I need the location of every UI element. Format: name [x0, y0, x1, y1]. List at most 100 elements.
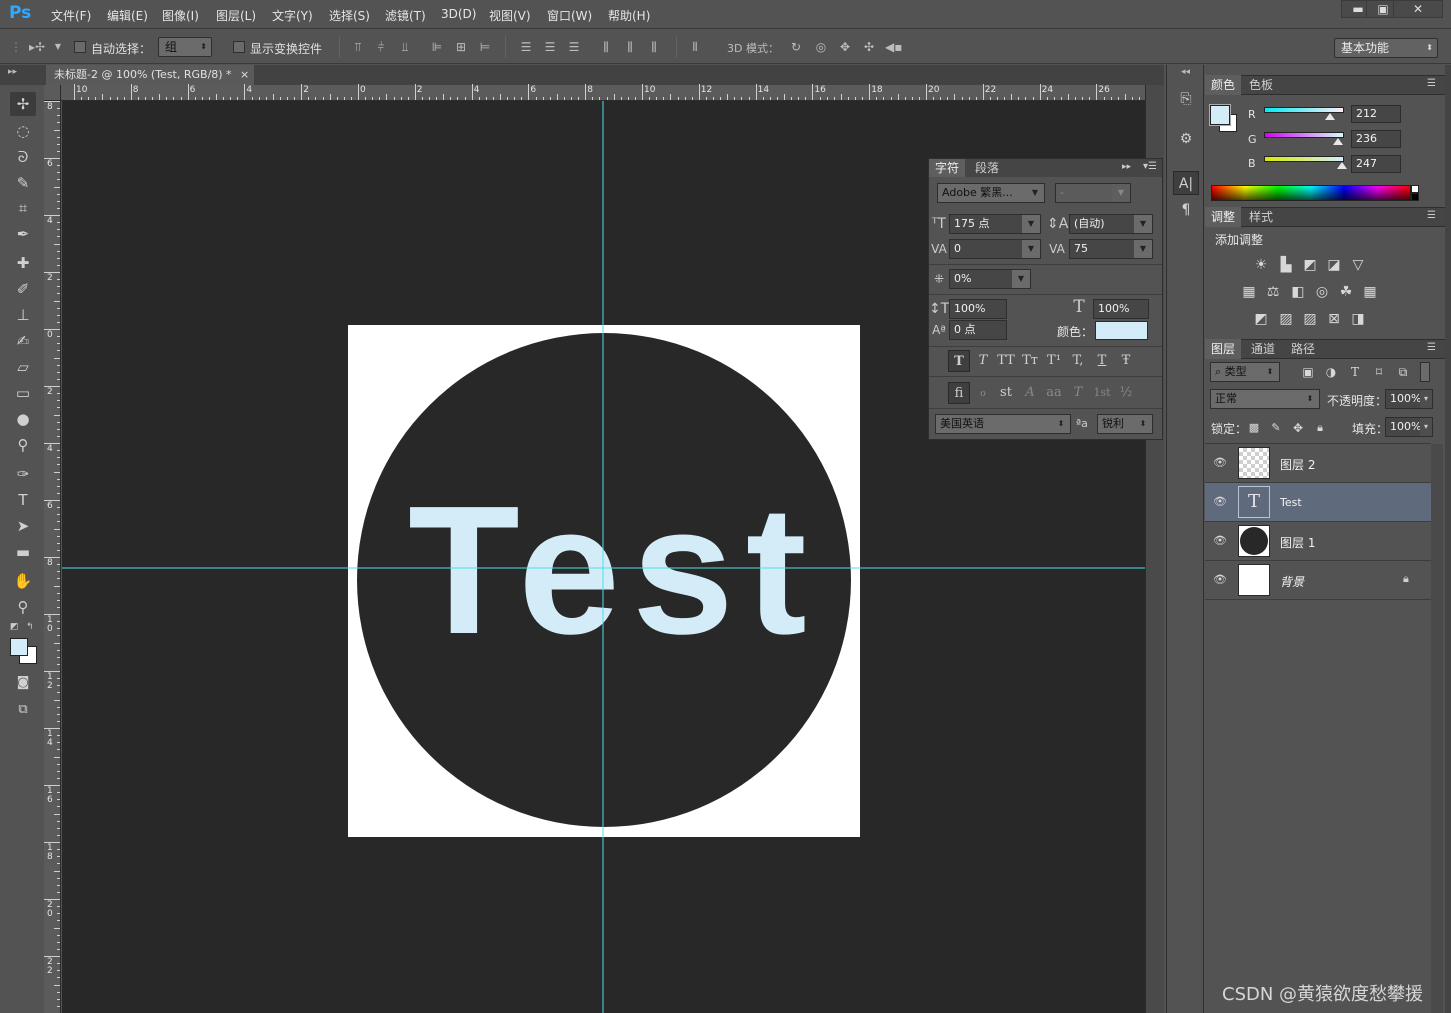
brush-tool-icon[interactable]: ✐	[10, 277, 36, 301]
exposure-icon[interactable]: ◪	[1325, 256, 1343, 274]
eraser-tool-icon[interactable]: ▱	[10, 355, 36, 379]
distribute-vcenter-icon[interactable]: ☰	[542, 39, 558, 55]
default-colors-icon[interactable]: ◩	[10, 622, 20, 632]
filter-adjustment-icon[interactable]: ◑	[1322, 363, 1340, 381]
panel-menu-icon[interactable]: ▾☰	[1143, 161, 1157, 172]
small-caps-button[interactable]: Tт	[1019, 350, 1041, 372]
chevron-down-icon[interactable]: ▼	[50, 39, 66, 55]
blur-tool-icon[interactable]: ●	[10, 407, 36, 431]
crop-tool-icon[interactable]: ⌗	[10, 196, 36, 220]
lock-all-icon[interactable]: 🔒︎	[1311, 419, 1329, 437]
superscript-button[interactable]: T¹	[1043, 350, 1065, 372]
menu-edit[interactable]: 编辑(E)	[107, 7, 148, 24]
color-spectrum-bar[interactable]	[1211, 185, 1411, 201]
tab-channels[interactable]: 通道	[1245, 339, 1281, 359]
posterize-icon[interactable]: ▨	[1277, 310, 1295, 328]
tab-swatches[interactable]: 色板	[1243, 75, 1279, 95]
language-select[interactable]: 美国英语 ⬍	[935, 414, 1071, 434]
color-lookup-icon[interactable]: ▦	[1361, 283, 1379, 301]
antialias-select[interactable]: 锐利 ⬍	[1097, 414, 1153, 434]
distribute-hcenter-icon[interactable]: ⫼	[622, 39, 638, 55]
history-panel-icon[interactable]: ⎘	[1173, 87, 1199, 111]
curves-icon[interactable]: ◩	[1301, 256, 1319, 274]
menu-filter[interactable]: 滤镜(T)	[385, 7, 426, 24]
black-swatch[interactable]	[1411, 193, 1419, 201]
auto-align-icon[interactable]: ⫴	[687, 39, 703, 55]
align-hcenter-icon[interactable]: ⊞	[453, 39, 469, 55]
screen-mode-icon[interactable]: ⧉	[10, 698, 36, 722]
swap-colors-icon[interactable]: ↰	[26, 622, 36, 632]
hue-saturation-icon[interactable]: ▦	[1240, 283, 1258, 301]
healing-brush-tool-icon[interactable]: ✚	[10, 251, 36, 275]
font-family-select[interactable]: Adobe 繁黑... ▼	[937, 183, 1045, 203]
titling-alternates-button[interactable]: T	[1067, 382, 1089, 404]
invert-icon[interactable]: ◩	[1252, 310, 1270, 328]
quick-mask-icon[interactable]: ◙	[10, 671, 36, 695]
tab-paths[interactable]: 路径	[1285, 339, 1321, 359]
dodge-tool-icon[interactable]: ⚲	[10, 433, 36, 457]
filter-type-icon[interactable]: T	[1346, 363, 1364, 381]
tsume-field[interactable]: 0% ▼	[949, 269, 1031, 289]
white-swatch[interactable]	[1411, 185, 1419, 193]
ruler-horizontal[interactable]: 10 8 6 4 2 0 2 4 6 8 10 12 14 16 18 20 22 24 26	[44, 84, 1148, 101]
close-tab-icon[interactable]: ×	[240, 65, 249, 85]
3d-roll-icon[interactable]: ◎	[813, 39, 829, 55]
history-brush-tool-icon[interactable]: ✍	[10, 329, 36, 353]
ruler-vertical[interactable]: 8 6 4 2 0 2 4 6 8 1 0 1 2 1 4 1 6 1 8 2 0 2 2	[44, 101, 61, 1013]
character-panel-icon[interactable]: A|	[1173, 171, 1199, 195]
r-value-field[interactable]: 212	[1351, 105, 1401, 123]
g-slider[interactable]	[1264, 132, 1344, 138]
photo-filter-icon[interactable]: ◎	[1313, 283, 1331, 301]
distribute-bottom-icon[interactable]: ☰	[566, 39, 582, 55]
tracking-field[interactable]: 75 ▼	[1069, 239, 1153, 259]
ordinals-button[interactable]: 1st	[1091, 382, 1113, 404]
hand-tool-icon[interactable]: ✋	[10, 569, 36, 593]
layer-row[interactable]: 👁︎ 图层 1	[1205, 522, 1431, 561]
filter-shape-icon[interactable]: ⌑	[1370, 363, 1388, 381]
leading-field[interactable]: (自动) ▼	[1069, 214, 1153, 234]
distribute-left-icon[interactable]: ⫼	[598, 39, 614, 55]
opacity-field[interactable]: 100% ▾	[1385, 389, 1433, 409]
color-foreground-swatch[interactable]	[1209, 104, 1231, 126]
fill-field[interactable]: 100% ▾	[1385, 417, 1433, 437]
path-select-tool-icon[interactable]: ➤	[10, 514, 36, 538]
filter-toggle[interactable]	[1420, 362, 1430, 382]
tab-color[interactable]: 颜色	[1205, 75, 1242, 95]
menu-type[interactable]: 文字(Y)	[272, 7, 313, 24]
close-window-button[interactable]: ✕	[1393, 0, 1443, 18]
discretionary-ligature-button[interactable]: ℴ	[972, 382, 994, 404]
eye-icon[interactable]: 👁︎	[1213, 456, 1227, 470]
3d-pan-icon[interactable]: ✥	[837, 39, 853, 55]
align-bottom-icon[interactable]: ⫫	[397, 39, 413, 55]
eye-icon[interactable]: 👁︎	[1213, 573, 1227, 587]
quick-select-tool-icon[interactable]: ✎	[10, 171, 36, 195]
layer-row[interactable]: 👁︎ T Test	[1205, 483, 1431, 522]
gradient-tool-icon[interactable]: ▭	[10, 381, 36, 405]
horizontal-scale-field[interactable]: 100%	[1093, 299, 1149, 319]
auto-select-checkbox[interactable]	[74, 41, 86, 53]
move-tool-preset-icon[interactable]: ▸✢	[24, 39, 50, 55]
show-transform-checkbox[interactable]	[233, 41, 245, 53]
b-value-field[interactable]: 247	[1351, 155, 1401, 173]
swash-button[interactable]: A	[1019, 382, 1041, 404]
actions-panel-icon[interactable]: ⚙	[1173, 127, 1199, 151]
faux-bold-button[interactable]: T	[948, 350, 970, 372]
align-right-icon[interactable]: ⊨	[477, 39, 493, 55]
align-vcenter-icon[interactable]: ⫩	[373, 39, 389, 55]
3d-scale-icon[interactable]: ◀▪	[885, 39, 902, 55]
move-tool-icon[interactable]: ✢	[10, 92, 36, 116]
g-value-field[interactable]: 236	[1351, 130, 1401, 148]
color-balance-icon[interactable]: ⚖	[1264, 283, 1282, 301]
clone-stamp-tool-icon[interactable]: ⊥	[10, 303, 36, 327]
selective-color-icon[interactable]: ⊠	[1325, 310, 1343, 328]
type-tool-icon[interactable]: T	[10, 488, 36, 512]
tab-styles[interactable]: 样式	[1243, 207, 1279, 227]
3d-rotate-icon[interactable]: ↻	[788, 39, 804, 55]
threshold-icon[interactable]: ▨	[1301, 310, 1319, 328]
tab-paragraph[interactable]: 段落	[969, 159, 1005, 177]
eyedropper-tool-icon[interactable]: ✒	[10, 222, 36, 246]
stylistic-alternates-button[interactable]: aa	[1043, 382, 1065, 404]
pen-tool-icon[interactable]: ✑	[10, 462, 36, 486]
black-white-icon[interactable]: ◧	[1289, 283, 1307, 301]
text-color-swatch[interactable]	[1095, 321, 1148, 340]
